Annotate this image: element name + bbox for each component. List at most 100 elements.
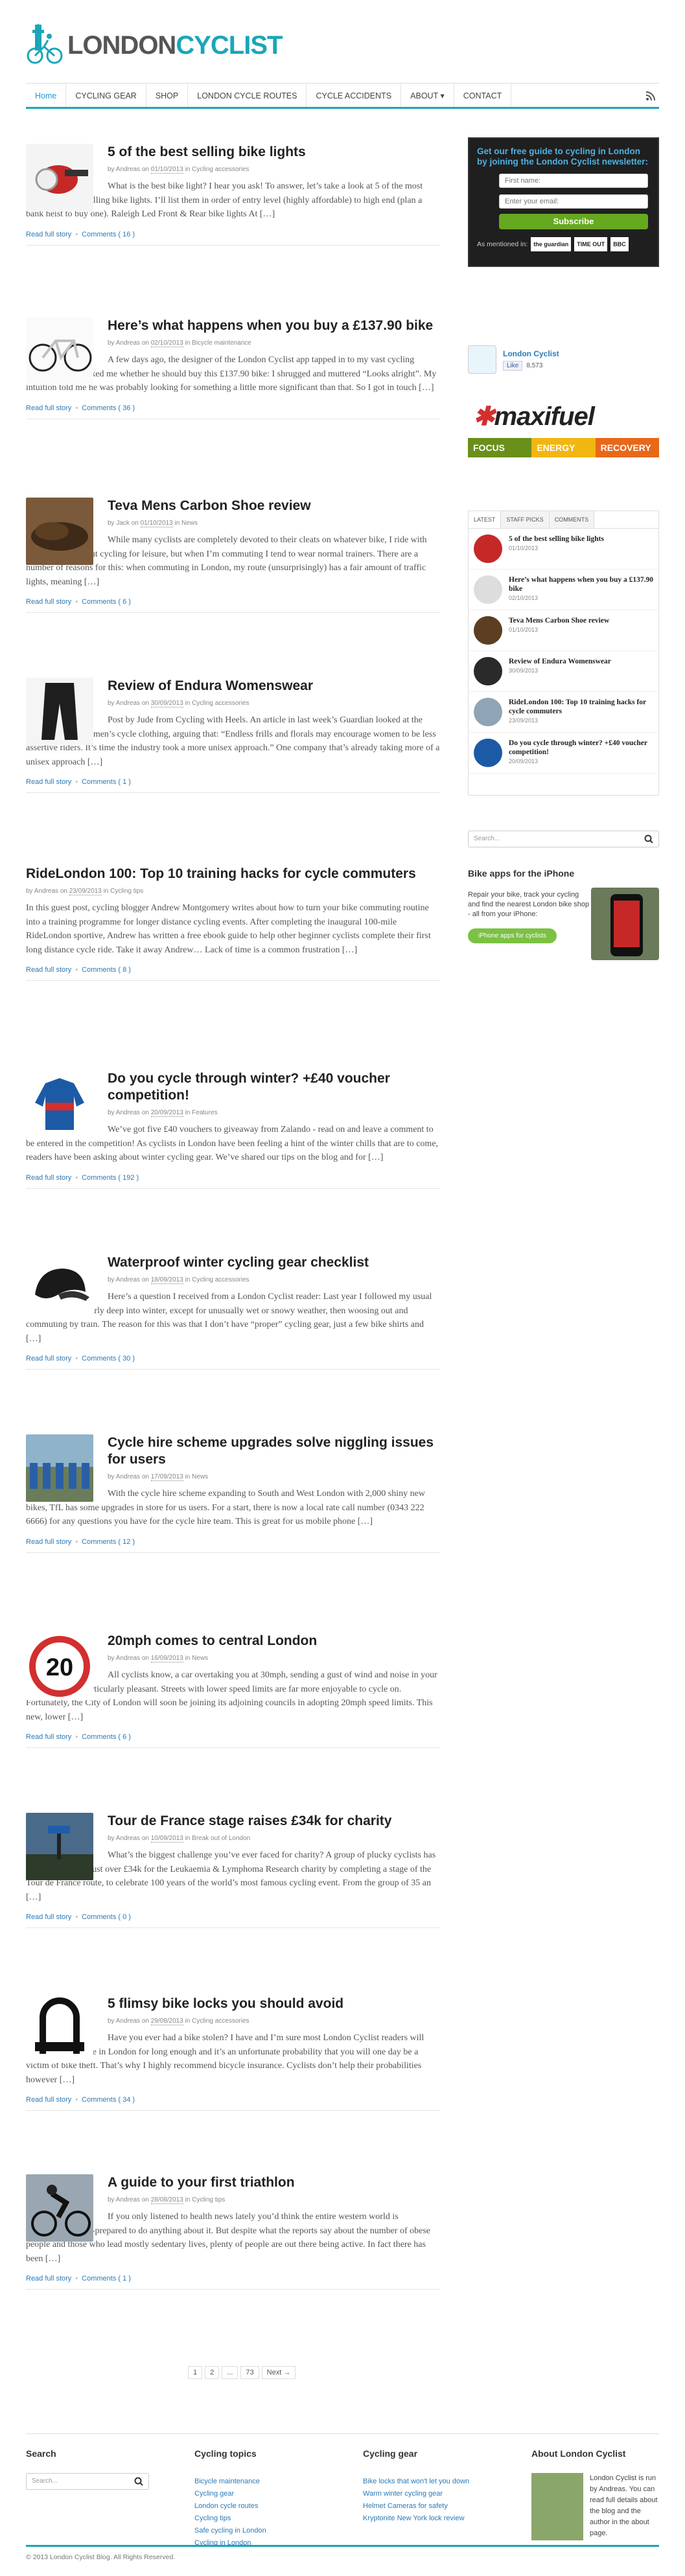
nav-cycle-routes[interactable]: LONDON CYCLE ROUTES (188, 84, 307, 107)
post-thumbnail-bike-lock[interactable] (26, 1995, 93, 2063)
footer-link[interactable]: Cycling gear (194, 2488, 266, 2500)
read-full-story-link[interactable]: Read full story (26, 966, 71, 974)
post-thumbnail-triathlon[interactable] (26, 2174, 93, 2242)
post-category[interactable]: Cycling accessories (192, 2018, 249, 2025)
post-category[interactable]: Cycling accessories (192, 166, 249, 173)
search-icon[interactable] (644, 834, 653, 844)
comments-link[interactable]: Comments ( 6 ) (82, 598, 131, 606)
list-item[interactable]: RideLondon 100: Top 10 training hacks fo… (469, 692, 658, 733)
post-thumbnail-cycle-hire[interactable] (26, 1434, 93, 1502)
post-title[interactable]: Cycle hire scheme upgrades solve nigglin… (108, 1434, 441, 1468)
comments-link[interactable]: Comments ( 1 ) (82, 778, 131, 786)
read-full-story-link[interactable]: Read full story (26, 778, 71, 786)
post-author[interactable]: Andreas (34, 888, 58, 895)
sidebar-search-input[interactable]: Search... (468, 831, 659, 847)
post-title[interactable]: Waterproof winter cycling gear checklist (108, 1254, 441, 1271)
post-title[interactable]: Do you cycle through winter? +£40 vouche… (108, 1070, 441, 1104)
read-full-story-link[interactable]: Read full story (26, 1733, 71, 1741)
post-title[interactable]: Tour de France stage raises £34k for cha… (108, 1813, 441, 1830)
next-page-link[interactable]: Next → (261, 2366, 296, 2379)
footer-link[interactable]: Safe cycling in London (194, 2525, 266, 2537)
comments-link[interactable]: Comments ( 6 ) (82, 1733, 131, 1741)
list-item[interactable]: 5 of the best selling bike lights 01/10/2… (469, 529, 658, 569)
footer-link[interactable]: Cycling tips (194, 2513, 266, 2525)
post-author[interactable]: Jack (116, 520, 130, 527)
read-full-story-link[interactable]: Read full story (26, 1355, 71, 1363)
site-logo[interactable]: LONDON CYCLIST (26, 23, 283, 67)
rss-icon[interactable] (646, 91, 655, 100)
post-author[interactable]: Andreas (116, 1276, 140, 1283)
comments-link[interactable]: Comments ( 192 ) (82, 1174, 139, 1182)
post-thumbnail-bike-light[interactable] (26, 144, 93, 211)
post-author[interactable]: Andreas (116, 2196, 140, 2203)
nav-home[interactable]: Home (26, 84, 67, 107)
nav-shop[interactable]: SHOP (146, 84, 189, 107)
post-thumbnail-cap[interactable] (26, 1254, 93, 1322)
post-author[interactable]: Andreas (116, 339, 140, 347)
list-item[interactable]: Review of Endura Womenswear 30/09/2013 (469, 651, 658, 692)
footer-search-input[interactable]: Search... (26, 2473, 149, 2490)
comments-link[interactable]: Comments ( 12 ) (82, 1538, 135, 1546)
post-author[interactable]: Andreas (116, 700, 140, 707)
comments-link[interactable]: Comments ( 36 ) (82, 404, 135, 412)
comments-link[interactable]: Comments ( 0 ) (82, 1913, 131, 1921)
post-author[interactable]: Andreas (116, 1109, 140, 1116)
subscribe-button[interactable]: Subscribe (499, 214, 648, 229)
nav-cycling-gear[interactable]: CYCLING GEAR (66, 84, 146, 107)
post-thumbnail-tour-de-france[interactable] (26, 1813, 93, 1880)
post-category[interactable]: Bicycle maintenance (192, 339, 251, 347)
post-author[interactable]: Andreas (116, 1473, 140, 1480)
post-category[interactable]: News (192, 1473, 208, 1480)
facebook-like-button[interactable]: Like (503, 360, 523, 371)
post-title[interactable]: Review of Endura Womenswear (108, 678, 441, 695)
post-category[interactable]: News (192, 1655, 208, 1662)
tab-comments[interactable]: COMMENTS (549, 511, 595, 528)
post-thumbnail-20mph-sign[interactable]: 20 (26, 1633, 93, 1700)
list-item[interactable]: Here’s what happens when you buy a £137.… (469, 569, 658, 610)
facebook-page-avatar[interactable] (468, 345, 496, 374)
read-full-story-link[interactable]: Read full story (26, 598, 71, 606)
iphone-image[interactable] (591, 888, 659, 960)
page-1[interactable]: 1 (188, 2366, 203, 2379)
list-item[interactable]: Do you cycle through winter? +£40 vouche… (469, 733, 658, 774)
post-category[interactable]: Cycling tips (110, 888, 143, 895)
footer-link[interactable]: Kryptonite New York lock review (363, 2513, 469, 2525)
footer-link[interactable]: Warm winter cycling gear (363, 2488, 469, 2500)
post-author[interactable]: Andreas (116, 1655, 140, 1662)
post-title[interactable]: 5 of the best selling bike lights (108, 144, 441, 161)
read-full-story-link[interactable]: Read full story (26, 1913, 71, 1921)
maxifuel-ad[interactable]: ✱maxifuel FOCUS ENERGY RECOVERY (468, 402, 659, 473)
post-category[interactable]: Break out of London (192, 1835, 250, 1842)
post-thumbnail-winter-jacket[interactable] (26, 1070, 93, 1138)
comments-link[interactable]: Comments ( 8 ) (82, 966, 131, 974)
read-full-story-link[interactable]: Read full story (26, 2275, 71, 2283)
post-category[interactable]: Cycling tips (192, 2196, 225, 2203)
nav-about[interactable]: ABOUT ▾ (401, 84, 454, 107)
footer-link[interactable]: Bike locks that won't let you down (363, 2476, 469, 2488)
list-item[interactable]: Teva Mens Carbon Shoe review 01/10/2013 (469, 610, 658, 651)
post-title[interactable]: A guide to your first triathlon (108, 2174, 441, 2191)
post-category[interactable]: Cycling accessories (192, 1276, 249, 1283)
footer-link[interactable]: London cycle routes (194, 2500, 266, 2513)
first-name-input[interactable] (499, 174, 648, 188)
page-2[interactable]: 2 (205, 2366, 220, 2379)
post-thumbnail-womenswear[interactable] (26, 678, 93, 745)
email-input[interactable] (499, 194, 648, 209)
tab-latest[interactable]: LATEST (469, 511, 502, 528)
post-title[interactable]: Teva Mens Carbon Shoe review (108, 498, 441, 514)
read-full-story-link[interactable]: Read full story (26, 1174, 71, 1182)
post-thumbnail-bike[interactable] (26, 317, 93, 385)
read-full-story-link[interactable]: Read full story (26, 2096, 71, 2104)
footer-link[interactable]: Helmet Cameras for safety (363, 2500, 469, 2513)
read-full-story-link[interactable]: Read full story (26, 1538, 71, 1546)
post-category[interactable]: News (181, 520, 198, 527)
nav-cycle-accidents[interactable]: CYCLE ACCIDENTS (307, 84, 402, 107)
post-title[interactable]: RideLondon 100: Top 10 training hacks fo… (26, 866, 441, 882)
post-category[interactable]: Cycling accessories (192, 700, 249, 707)
page-last[interactable]: 73 (240, 2366, 259, 2379)
read-full-story-link[interactable]: Read full story (26, 231, 71, 238)
post-title[interactable]: 20mph comes to central London (108, 1633, 441, 1650)
comments-link[interactable]: Comments ( 34 ) (82, 2096, 135, 2104)
facebook-page-name[interactable]: London Cyclist (503, 349, 559, 358)
post-author[interactable]: Andreas (116, 166, 140, 173)
